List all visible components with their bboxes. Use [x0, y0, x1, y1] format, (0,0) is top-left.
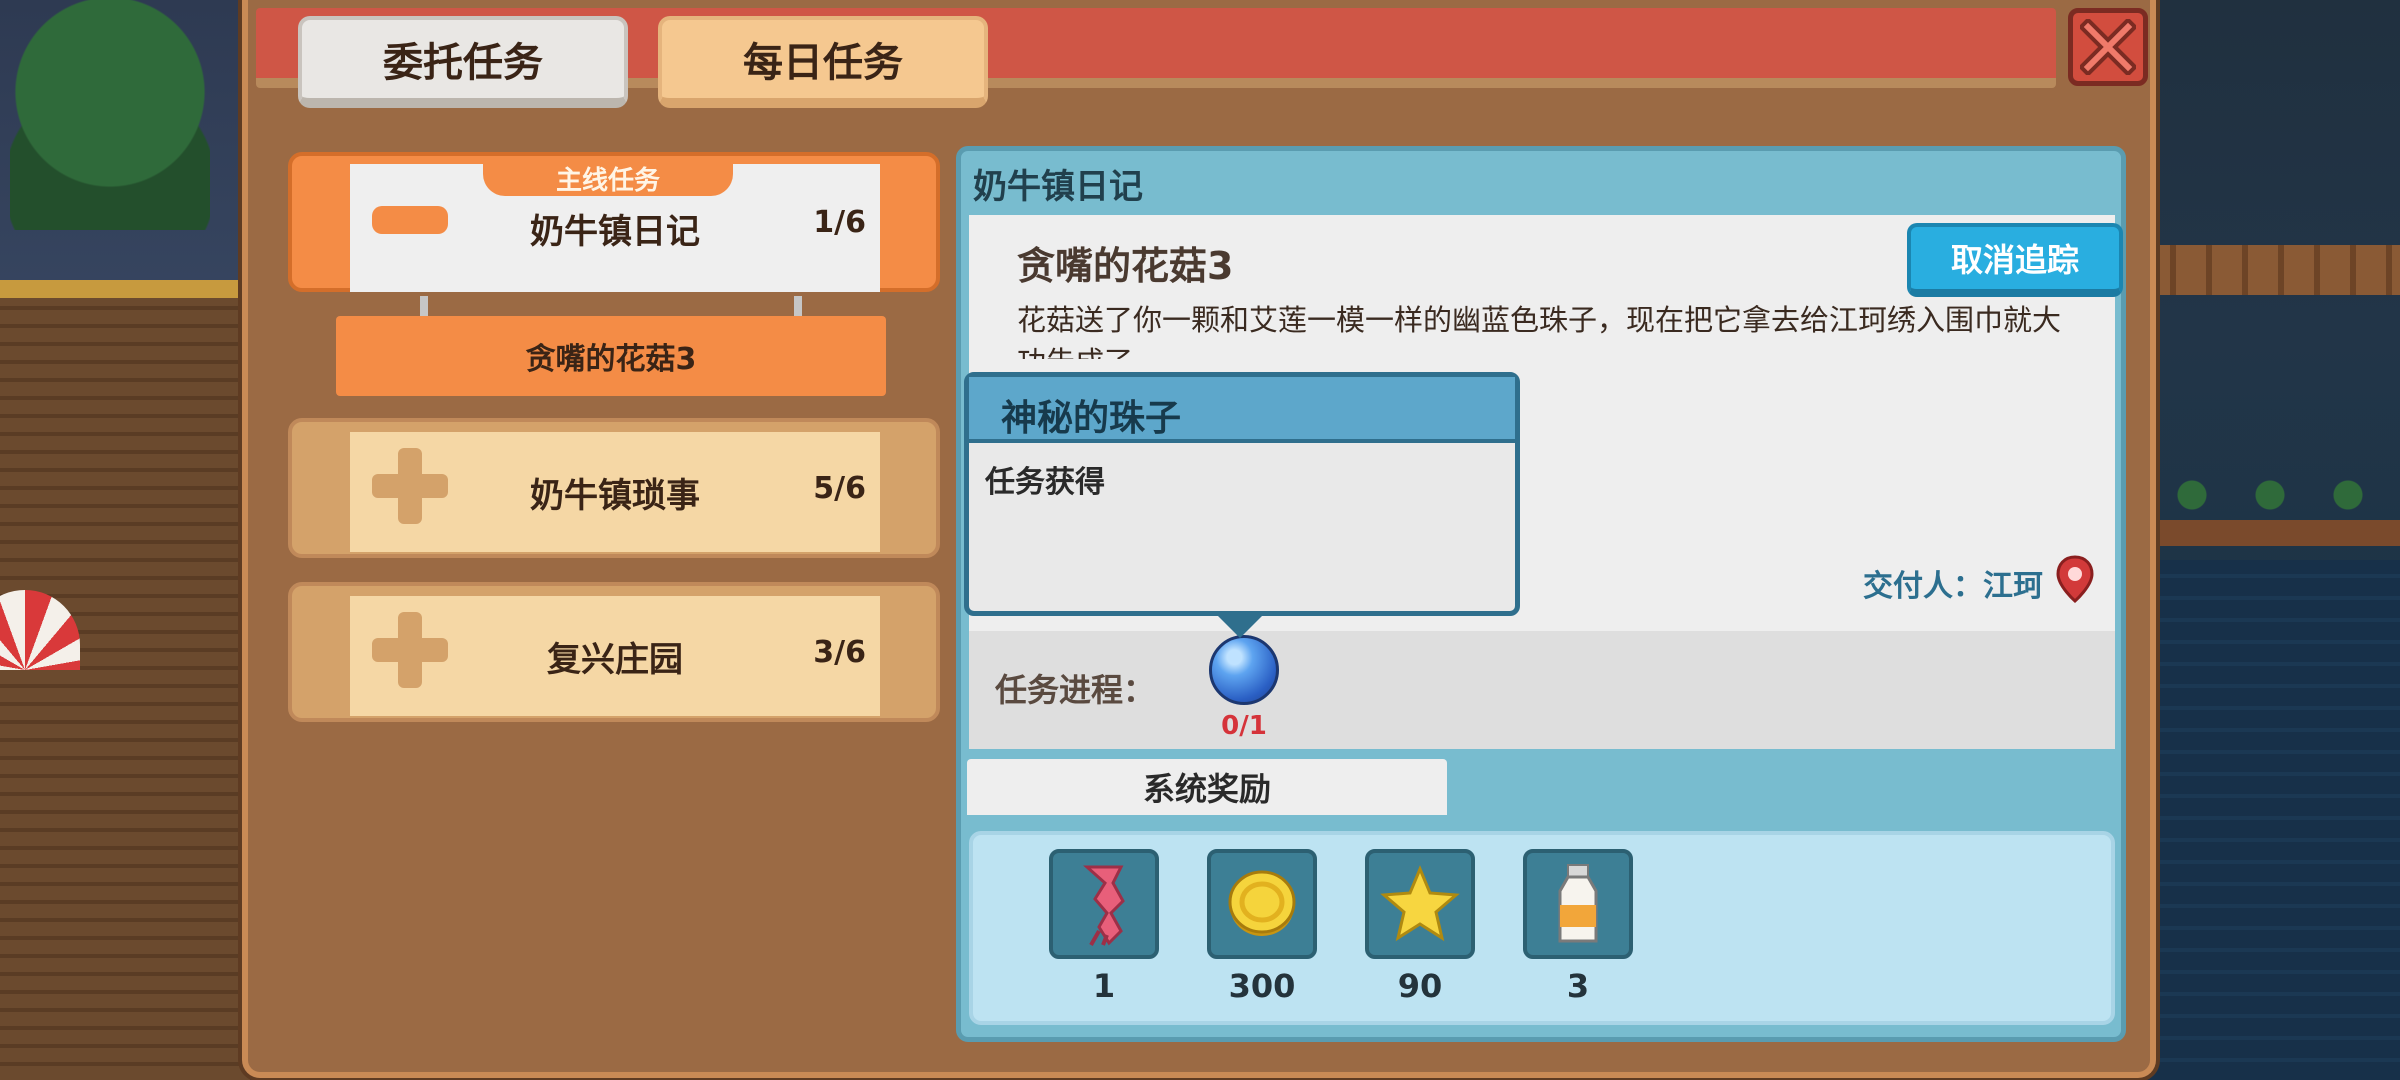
- quest-progress: 1/6: [813, 204, 866, 240]
- blue-orb-icon[interactable]: [1209, 635, 1279, 705]
- connector-line: [420, 296, 428, 318]
- tooltip-pointer: [1216, 614, 1264, 638]
- quest-title: 复兴庄园: [547, 639, 683, 680]
- close-icon: [2080, 19, 2136, 75]
- progress-area: 任务进程： 0/1: [969, 631, 2115, 749]
- christmas-tree: [10, 0, 210, 230]
- item-tooltip: 神秘的珠子 任务获得: [964, 372, 1520, 616]
- quest-description: 花菇送了你一颗和艾莲一模一样的幽蓝色珠子，现在把它拿去给江珂绣入围巾就大功告成了…: [1017, 303, 2062, 359]
- bridge-beam: [2140, 520, 2400, 546]
- reward-box: 1 300 90 3: [969, 831, 2115, 1025]
- bridge: [2140, 245, 2400, 295]
- tab-system-reward[interactable]: 系统奖励: [961, 753, 1453, 815]
- quest-title: 奶牛镇琐事: [530, 475, 700, 516]
- detail-quest-title: 贪嘴的花菇3: [1017, 244, 1234, 288]
- progress-count: 0/1: [1221, 711, 1267, 741]
- quest-progress: 5/6: [813, 470, 866, 506]
- reward-quantity: 300: [1228, 967, 1296, 1005]
- gold-coin-icon: [1228, 870, 1296, 936]
- water: [2140, 560, 2400, 1080]
- reward-slot: [1049, 849, 1159, 959]
- deliver-to: 交付人：江珂: [1863, 555, 2095, 611]
- reward-item[interactable]: 3: [1523, 849, 1633, 1005]
- deliver-label: 交付人：江珂: [1863, 569, 2043, 604]
- reward-item[interactable]: 1: [1049, 849, 1159, 1005]
- quest-progress: 3/6: [813, 634, 866, 670]
- main-quest-tag: 主线任务: [483, 160, 733, 196]
- milk-bottle-icon: [1558, 864, 1598, 943]
- quest-title: 奶牛镇日记: [530, 211, 700, 252]
- quest-item-revive-manor[interactable]: 复兴庄园 3/6: [288, 582, 940, 722]
- reward-item[interactable]: 90: [1365, 849, 1475, 1005]
- reward-slot: [1365, 849, 1475, 959]
- reward-quantity: 3: [1566, 967, 1590, 1005]
- tooltip-title: 神秘的珠子: [1001, 398, 1182, 439]
- close-button[interactable]: [2068, 8, 2148, 86]
- detail-header: 奶牛镇日记: [973, 167, 1143, 207]
- reward-quantity: 1: [1092, 967, 1116, 1005]
- reward-slot: [1523, 849, 1633, 959]
- reward-quantity: 90: [1397, 967, 1443, 1005]
- sub-quest-item[interactable]: 贪嘴的花菇3: [336, 316, 886, 396]
- map-pin-icon[interactable]: [2055, 555, 2095, 611]
- reward-slot: [1207, 849, 1317, 959]
- quest-item-town-chores[interactable]: 奶牛镇琐事 5/6: [288, 418, 940, 558]
- progress-label: 任务进程：: [995, 671, 1156, 709]
- quest-panel: 委托任务 每日任务 奶牛镇日记 1/6 主线任务 贪嘴的花菇3 奶牛镇琐事 5/: [242, 0, 2156, 1078]
- tab-commission[interactable]: 委托任务: [298, 16, 628, 108]
- star-icon: [1380, 865, 1460, 942]
- scarf-icon: [1083, 865, 1125, 946]
- expand-icon[interactable]: [372, 448, 448, 528]
- connector-line: [794, 296, 802, 318]
- tab-daily[interactable]: 每日任务: [658, 16, 988, 108]
- garland: [2140, 470, 2400, 520]
- untrack-button[interactable]: 取消追踪: [1907, 223, 2123, 297]
- background-house: [0, 280, 250, 1080]
- expand-icon[interactable]: [372, 612, 448, 692]
- collapse-icon[interactable]: [372, 206, 448, 238]
- tooltip-text: 任务获得: [985, 465, 1105, 500]
- reward-item[interactable]: 300: [1207, 849, 1317, 1005]
